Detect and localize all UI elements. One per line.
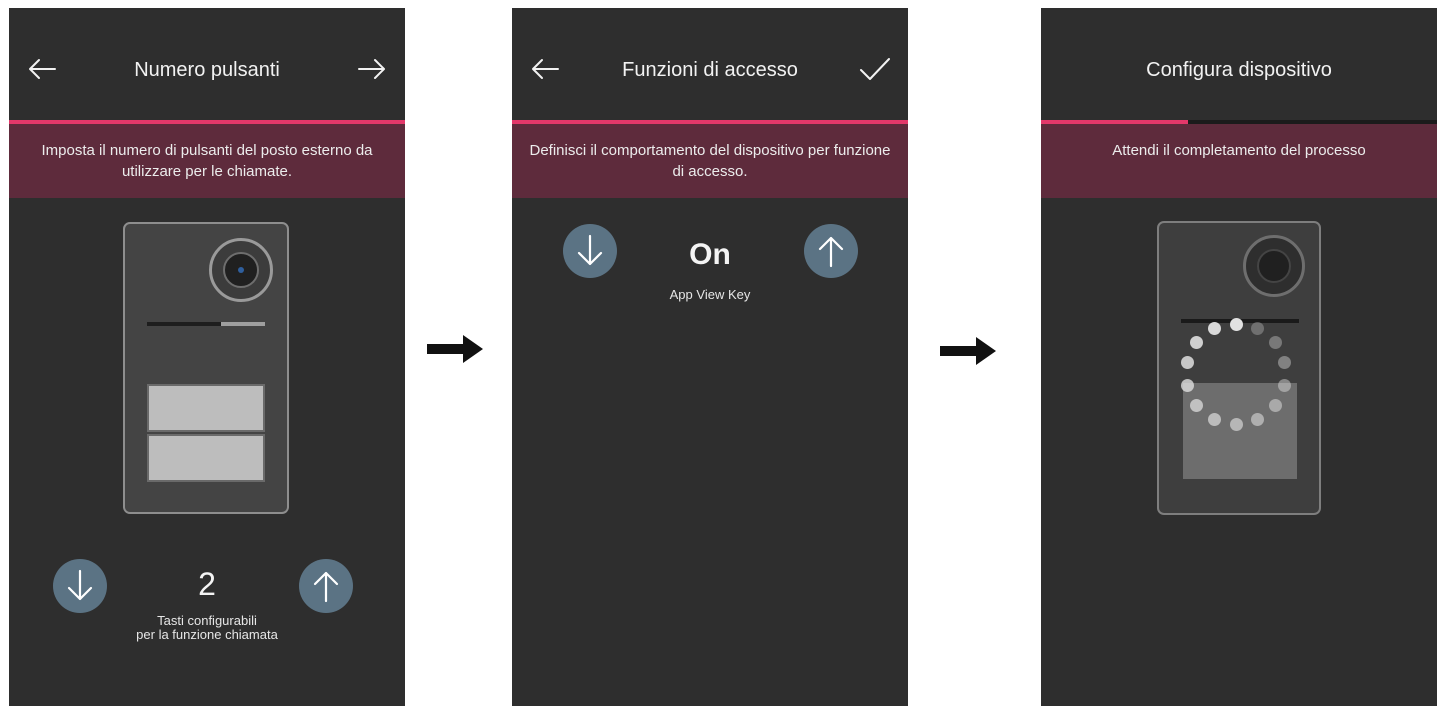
call-button-plate: [147, 384, 265, 432]
spinner-dot: [1278, 378, 1292, 392]
spinner-dot: [1268, 336, 1282, 350]
door-station-image: [123, 222, 289, 514]
arrow-right-icon[interactable]: [355, 52, 389, 86]
increase-button[interactable]: [804, 224, 858, 278]
right-arrow-icon: [427, 335, 483, 363]
screen-numero-pulsanti: Numero pulsanti Imposta il numero di pul…: [9, 8, 405, 706]
header-bar: Funzioni di accesso: [512, 8, 908, 120]
camera-icon: [209, 238, 273, 302]
right-arrow-icon: [940, 337, 996, 365]
screen-configura-dispositivo: Configura dispositivo Attendi il complet…: [1041, 8, 1437, 706]
spinner-dot: [1251, 412, 1265, 426]
spinner-dot: [1268, 398, 1282, 412]
instruction-banner: Definisci il comportamento del dispositi…: [512, 124, 908, 198]
increase-button[interactable]: [299, 559, 353, 613]
spinner-dot: [1180, 378, 1194, 392]
arrow-up-icon: [313, 571, 339, 603]
call-button-plate: [147, 434, 265, 482]
spinner-dot: [1229, 317, 1243, 331]
spinner-dot: [1229, 417, 1243, 431]
spinner-dot: [1180, 356, 1194, 370]
page-title: Funzioni di accesso: [622, 59, 798, 81]
spinner-dot: [1278, 356, 1292, 370]
value-caption-line1: Tasti configurabili: [157, 613, 257, 628]
instruction-banner: Imposta il numero di pulsanti del posto …: [9, 124, 405, 198]
loading-spinner-icon: [1041, 8, 1437, 706]
page-title: Numero pulsanti: [134, 59, 280, 81]
arrow-up-icon: [818, 236, 844, 268]
spinner-dot: [1207, 322, 1221, 336]
spinner-dot: [1207, 412, 1221, 426]
spinner-dot: [1190, 398, 1204, 412]
access-function-caption: App View Key: [669, 287, 751, 302]
spinner-dot: [1251, 322, 1265, 336]
checkmark-icon[interactable]: [858, 52, 892, 86]
header-bar: Numero pulsanti: [9, 8, 405, 120]
spinner-dot: [1190, 336, 1204, 350]
value-caption-line2: per la funzione chiamata: [136, 627, 278, 642]
screen-funzioni-di-accesso: Funzioni di accesso Definisci il comport…: [512, 8, 908, 706]
